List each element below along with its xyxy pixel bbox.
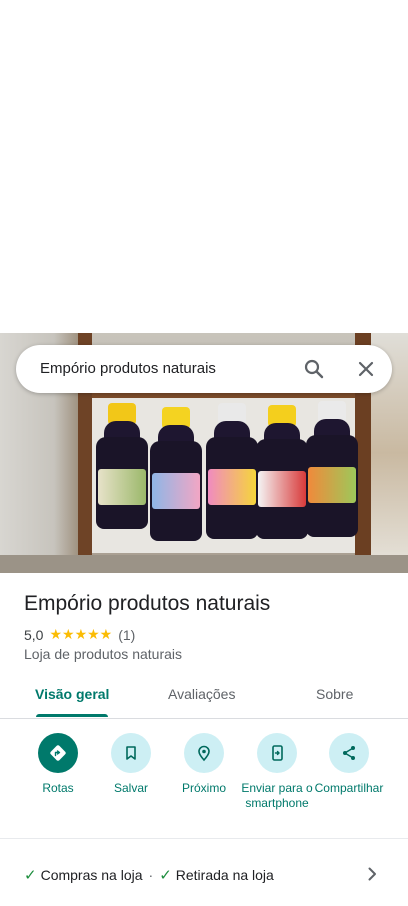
send-to-phone-button[interactable]: Enviar para o smartphone xyxy=(237,733,317,811)
nearby-button[interactable]: Próximo xyxy=(164,733,244,796)
tab-reviews[interactable]: Avaliações xyxy=(168,686,235,702)
send-to-phone-label: Enviar para o smartphone xyxy=(241,781,313,810)
tab-about[interactable]: Sobre xyxy=(316,686,353,702)
search-bar[interactable]: Empório produtos naturais xyxy=(16,345,392,393)
separator: · xyxy=(148,867,154,883)
bottle xyxy=(150,407,202,541)
tab-overview[interactable]: Visão geral xyxy=(35,686,109,702)
rating-row[interactable]: 5,0 ★★★★★ (1) xyxy=(24,626,135,643)
check-icon: ✓ xyxy=(159,867,172,884)
directions-label: Rotas xyxy=(42,781,74,795)
services-row[interactable]: ✓ Compras na loja · ✓ Retirada na loja xyxy=(24,866,274,884)
close-icon[interactable] xyxy=(354,357,378,381)
directions-icon xyxy=(38,733,78,773)
photo-floor xyxy=(0,555,408,573)
divider xyxy=(0,838,408,839)
directions-button[interactable]: Rotas xyxy=(18,733,98,796)
chevron-right-icon[interactable] xyxy=(362,864,382,884)
tab-bar: Visão geral Avaliações Sobre xyxy=(0,678,408,719)
bottle xyxy=(306,401,358,537)
service-item: Retirada na loja xyxy=(175,867,274,883)
nearby-label: Próximo xyxy=(181,781,226,795)
rating-value: 5,0 xyxy=(24,626,44,643)
search-input[interactable]: Empório produtos naturais xyxy=(40,360,216,377)
tab-active-indicator xyxy=(36,714,108,717)
share-icon xyxy=(329,733,369,773)
save-button[interactable]: Salvar xyxy=(91,733,171,796)
service-item: Compras na loja xyxy=(40,867,143,883)
share-button[interactable]: Compartilhar xyxy=(309,733,389,796)
review-count: (1) xyxy=(118,626,136,643)
check-icon: ✓ xyxy=(24,867,37,884)
bottle xyxy=(96,403,148,529)
share-label: Compartilhar xyxy=(314,781,384,795)
map-blank-area xyxy=(0,0,408,333)
save-label: Salvar xyxy=(113,781,148,795)
place-title: Empório produtos naturais xyxy=(24,592,271,615)
nearby-icon xyxy=(184,733,224,773)
bookmark-icon xyxy=(111,733,151,773)
bottle xyxy=(206,403,258,539)
place-category[interactable]: Loja de produtos naturais xyxy=(24,646,182,662)
send-to-phone-icon xyxy=(257,733,297,773)
bottle xyxy=(256,405,308,539)
search-icon[interactable] xyxy=(302,357,326,381)
star-rating-icon: ★★★★★ xyxy=(49,626,113,642)
